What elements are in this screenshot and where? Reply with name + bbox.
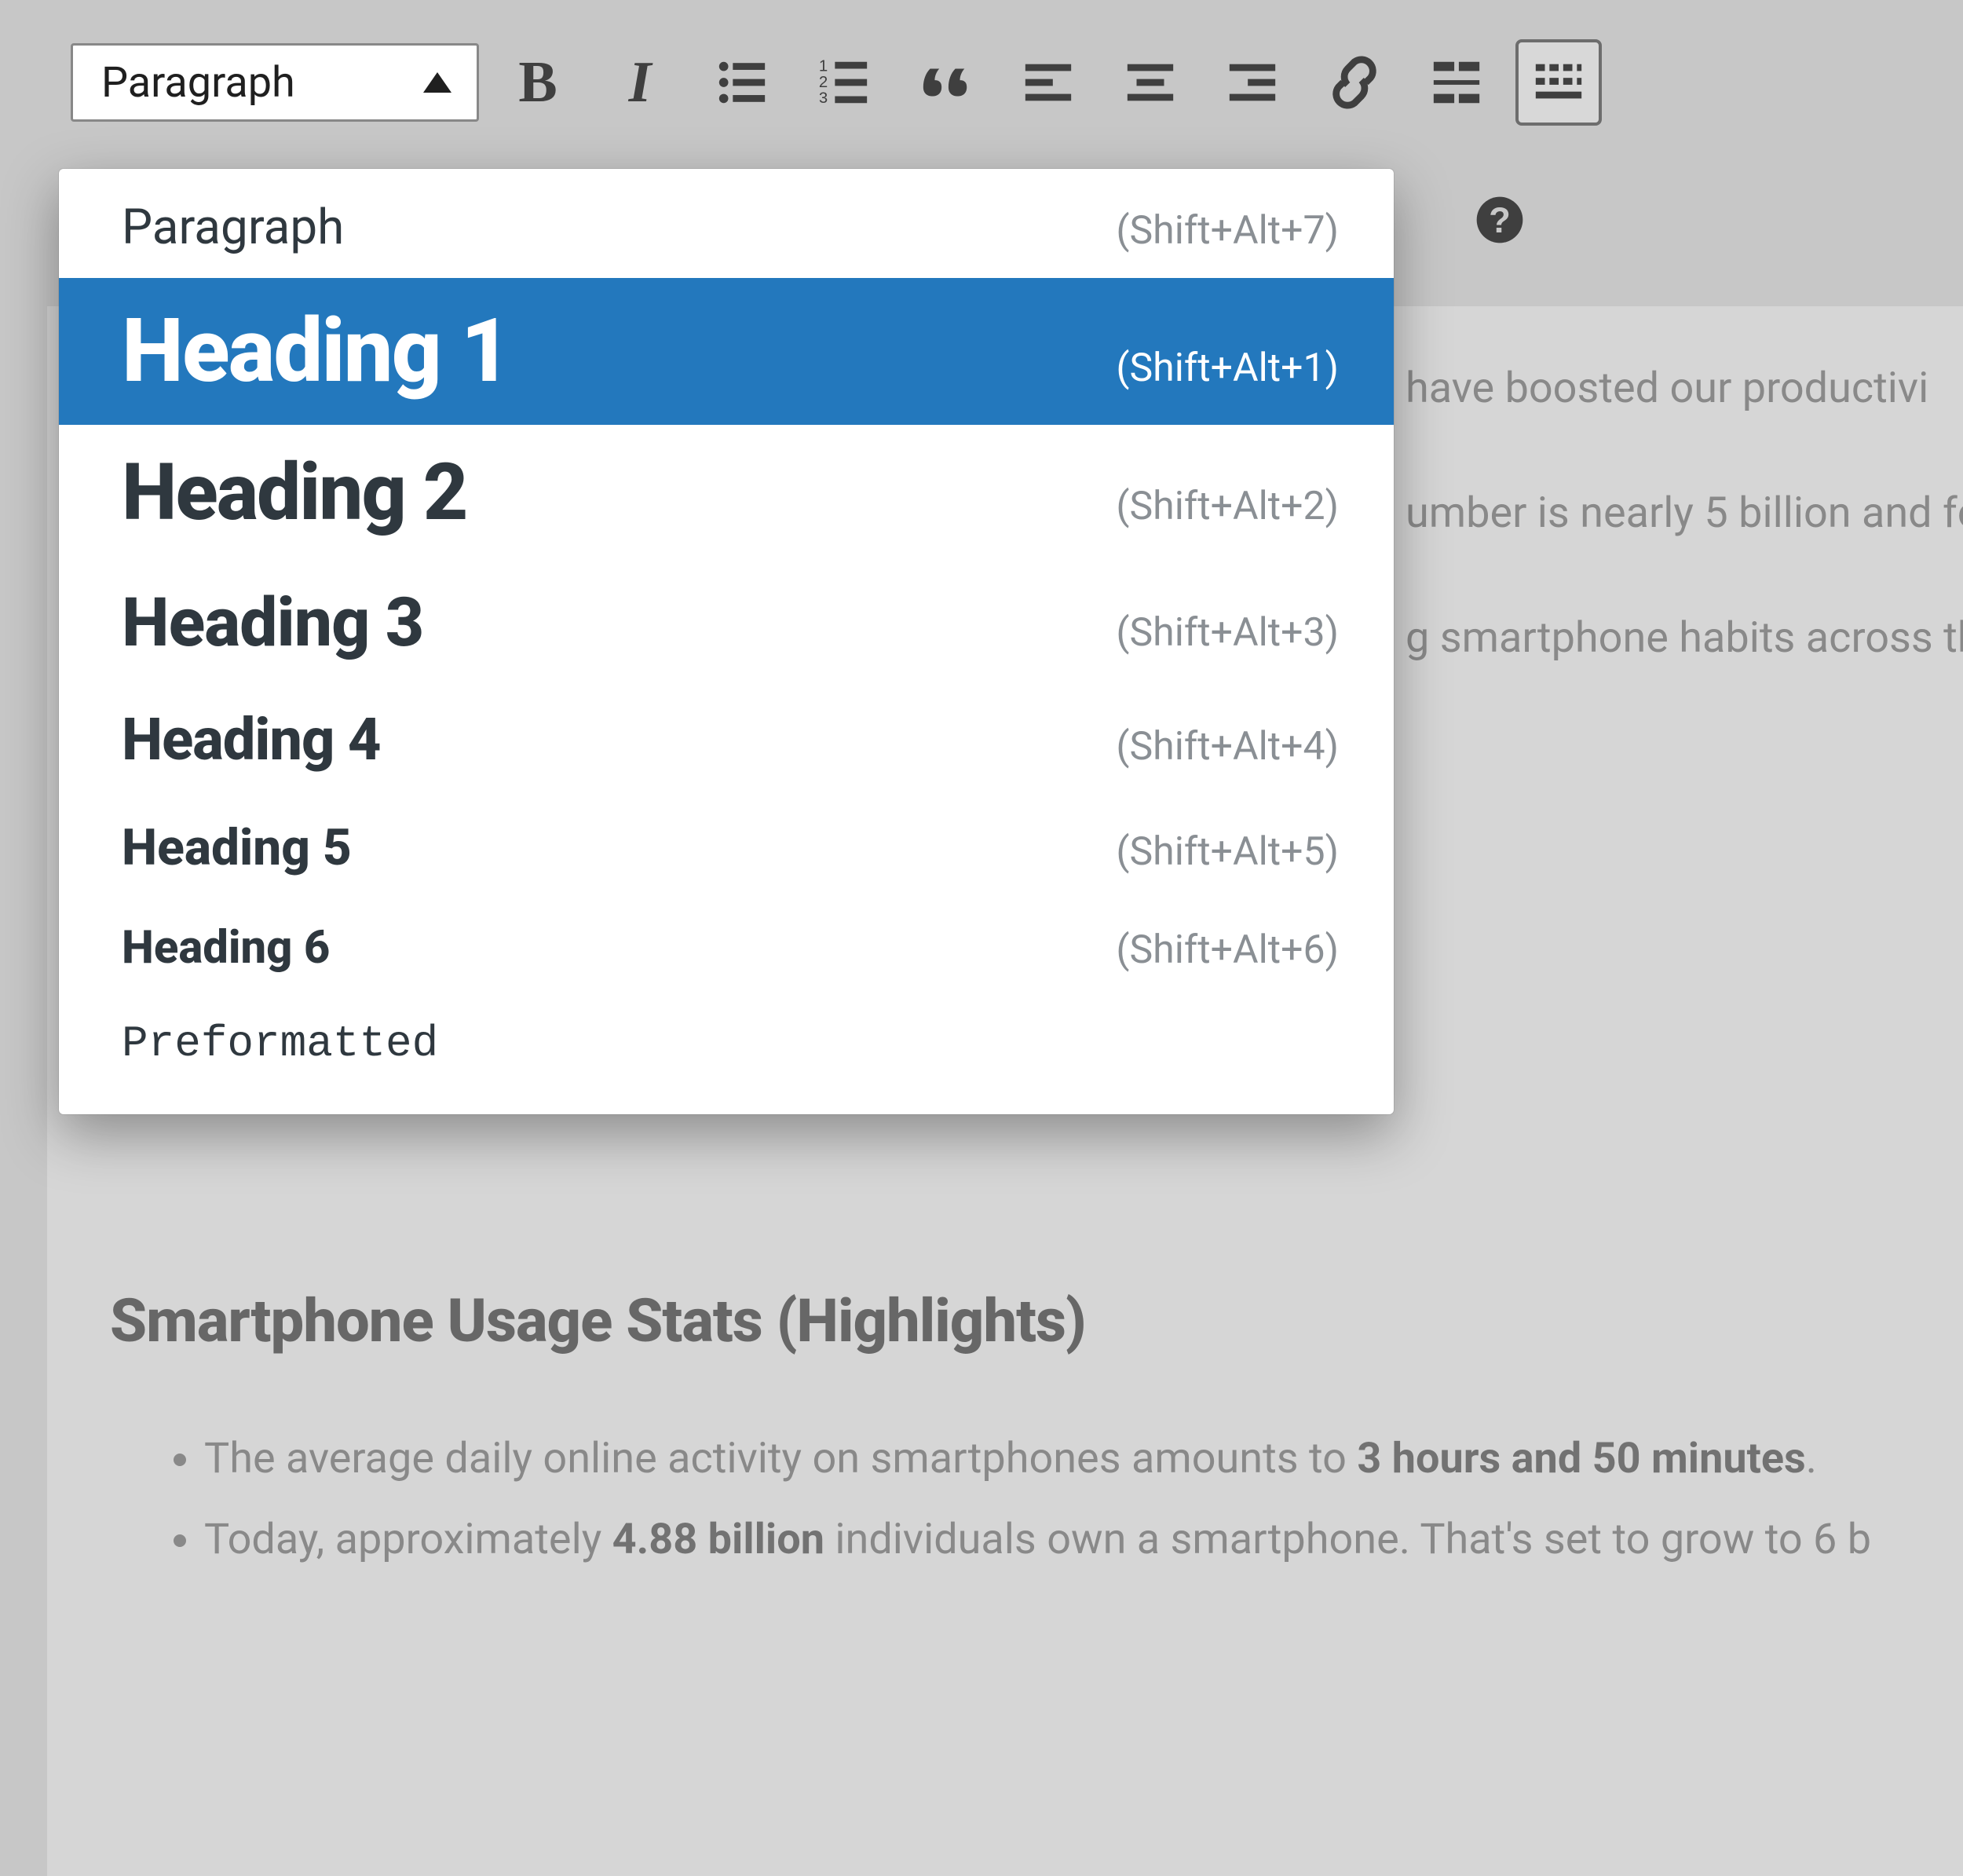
format-option-label: Heading 6 [122, 921, 330, 975]
numbered-list-button[interactable]: 1 2 3 [801, 39, 887, 126]
bullet-list: The average daily online activity on sma… [110, 1419, 1963, 1580]
bulleted-list-button[interactable] [699, 39, 785, 126]
format-option-h3[interactable]: Heading 3 (Shift+Alt+3) [59, 561, 1394, 684]
help-button[interactable]: ? [1468, 188, 1531, 251]
format-option-label: Paragraph [122, 199, 344, 256]
format-option-shortcut: (Shift+Alt+4) [1116, 724, 1339, 770]
heading-2: Smartphone Usage Stats (Highlights) [110, 1285, 1963, 1356]
align-center-button[interactable] [1107, 39, 1194, 126]
align-right-icon [1225, 55, 1280, 110]
link-icon [1327, 55, 1382, 110]
list-item: Today, approximately 4.88 billion indivi… [204, 1500, 1963, 1581]
format-option-shortcut: (Shift+Alt+3) [1116, 610, 1339, 656]
format-option-h5[interactable]: Heading 5 (Shift+Alt+5) [59, 796, 1394, 899]
format-option-shortcut: (Shift+Alt+5) [1116, 829, 1339, 875]
svg-text:?: ? [1489, 200, 1511, 240]
paragraph-text: have boosted our productivi [1406, 364, 1928, 413]
format-option-h4[interactable]: Heading 4 (Shift+Alt+4) [59, 684, 1394, 796]
read-more-icon [1429, 55, 1484, 110]
format-option-label: Heading 5 [122, 818, 352, 877]
bold-icon: B [518, 49, 557, 116]
list-item-text: individuals own a smartphone. That's set… [824, 1515, 1871, 1564]
italic-button[interactable]: I [597, 39, 683, 126]
bulleted-list-icon [715, 55, 769, 110]
format-dropdown-label: Paragraph [101, 58, 295, 108]
italic-icon: I [629, 49, 652, 116]
format-dropdown-menu: Paragraph (Shift+Alt+7) Heading 1 (Shift+Al… [59, 169, 1394, 1114]
format-option-h2[interactable]: Heading 2 (Shift+Alt+2) [59, 425, 1394, 561]
format-option-label: Heading 3 [122, 583, 423, 662]
align-left-button[interactable] [1005, 39, 1091, 126]
numbered-list-icon: 1 2 3 [817, 55, 872, 110]
list-item-bold: 3 hours and 50 minutes [1357, 1434, 1805, 1483]
paragraph-text: umber is nearly 5 billion and fo [1406, 488, 1963, 538]
blockquote-button[interactable] [903, 39, 989, 126]
insert-more-button[interactable] [1413, 39, 1500, 126]
bold-button[interactable]: B [495, 39, 581, 126]
format-option-h6[interactable]: Heading 6 (Shift+Alt+6) [59, 899, 1394, 997]
keyboard-icon [1531, 55, 1586, 110]
caret-up-icon [423, 72, 451, 93]
format-option-shortcut: (Shift+Alt+1) [1116, 346, 1339, 391]
list-item-bold: 4.88 billion [612, 1515, 824, 1564]
toolbar: Paragraph B I 1 2 3 [31, 31, 1963, 133]
format-option-h1[interactable]: Heading 1 (Shift+Alt+1) [59, 278, 1394, 425]
svg-text:2: 2 [819, 74, 828, 91]
format-option-shortcut: (Shift+Alt+7) [1116, 208, 1339, 254]
svg-text:1: 1 [819, 57, 828, 75]
format-option-label: Heading 4 [122, 706, 381, 774]
paragraph-text: g smartphone habits across th [1406, 613, 1963, 663]
svg-text:3: 3 [819, 90, 828, 107]
format-dropdown-toggle[interactable]: Paragraph [71, 43, 479, 122]
format-option-pre[interactable]: Preformatted [59, 997, 1394, 1091]
list-item: The average daily online activity on sma… [204, 1419, 1963, 1500]
format-option-label: Heading 2 [122, 447, 466, 539]
quote-icon [919, 55, 974, 110]
format-option-shortcut: (Shift+Alt+2) [1116, 484, 1339, 529]
toolbar-toggle-button[interactable] [1515, 39, 1602, 126]
format-option-paragraph[interactable]: Paragraph (Shift+Alt+7) [59, 177, 1394, 278]
help-icon: ? [1475, 195, 1525, 245]
list-item-text: Today, approximately [204, 1515, 612, 1564]
format-option-label: Preformatted [122, 1018, 438, 1069]
align-left-icon [1021, 55, 1076, 110]
align-center-icon [1123, 55, 1178, 110]
list-item-text: . [1806, 1434, 1817, 1483]
format-option-shortcut: (Shift+Alt+6) [1116, 927, 1339, 973]
format-option-label: Heading 1 [122, 300, 510, 403]
insert-link-button[interactable] [1311, 39, 1398, 126]
align-right-button[interactable] [1209, 39, 1296, 126]
list-item-text: The average daily online activity on sma… [204, 1434, 1357, 1483]
